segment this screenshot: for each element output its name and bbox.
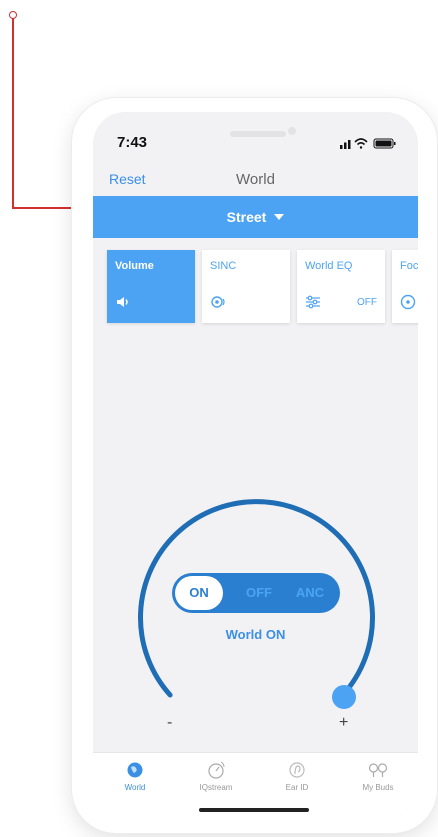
tab-label: World [124, 783, 146, 792]
tab-ear-id[interactable]: Ear ID [257, 759, 337, 792]
volume-down-label: - [167, 714, 173, 731]
phone-screen: 7:43 Reset World Street Volume SINC Worl… [93, 112, 418, 818]
card-volume[interactable]: Volume [107, 250, 195, 323]
status-icons [340, 138, 396, 149]
world-state-label: World ON [225, 627, 286, 642]
card-label: World EQ [305, 260, 353, 272]
battery-icon [373, 138, 396, 149]
front-camera [288, 127, 296, 135]
tab-world[interactable]: World [95, 759, 175, 792]
toggle-on[interactable]: ON [175, 576, 223, 610]
toggle-off[interactable]: OFF [234, 573, 284, 613]
earbuds-icon [368, 763, 388, 777]
tab-label: Ear ID [285, 783, 309, 792]
card-label: SINC [210, 260, 237, 272]
card-sinc[interactable]: SINC [202, 250, 290, 323]
page-title: World [236, 171, 275, 188]
tab-label: My Buds [362, 783, 394, 792]
signal-icon [340, 140, 351, 149]
speaker-icon [117, 297, 128, 307]
annotation-line-vertical [12, 18, 14, 208]
status-time: 7:43 [117, 134, 148, 151]
stream-icon [208, 761, 225, 779]
volume-up-label: + [339, 714, 349, 731]
toggle-anc[interactable]: ANC [284, 573, 336, 613]
card-label: Foc [400, 260, 418, 272]
ear-icon [289, 762, 305, 778]
card-focus[interactable]: Foc [392, 250, 418, 323]
speaker-grille [230, 131, 286, 137]
mode-selected-label: Street [226, 209, 267, 225]
dial-knob [332, 685, 356, 709]
mode-selector[interactable]: Street [93, 196, 418, 238]
chevron-down-icon [274, 214, 285, 220]
globe-icon [127, 762, 143, 778]
sinc-icon [211, 296, 225, 308]
page: 7:43 Reset World Street Volume SINC Worl… [0, 0, 438, 837]
card-status: OFF [357, 297, 377, 308]
tab-iqstream[interactable]: IQstream [176, 759, 256, 792]
card-world-eq[interactable]: World EQ OFF [297, 250, 385, 323]
feature-cards: Volume SINC World EQ OFF Foc [93, 238, 418, 342]
tab-my-buds[interactable]: My Buds [338, 759, 418, 792]
focus-icon [400, 294, 416, 310]
world-mode-toggle: ON OFF ANC [172, 573, 340, 613]
tab-label: IQstream [199, 783, 233, 792]
wifi-icon [354, 138, 368, 149]
equalizer-icon [306, 295, 320, 309]
home-indicator [199, 808, 309, 812]
card-label: Volume [115, 260, 154, 272]
